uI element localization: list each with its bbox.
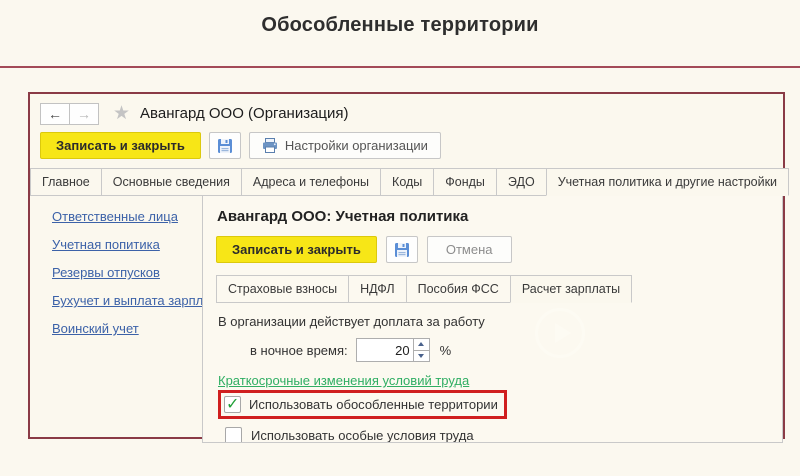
window-toolbar: Записать и закрыть Настройки организации bbox=[40, 132, 783, 159]
short-term-changes-link[interactable]: Краткосрочные изменения условий труда bbox=[218, 373, 469, 388]
tab-uchetnaya-politika[interactable]: Учетная политика и другие настройки bbox=[546, 168, 789, 196]
forward-button[interactable]: → bbox=[69, 103, 99, 125]
tab-adresa-i-telefony[interactable]: Адреса и телефоны bbox=[241, 168, 381, 196]
org-settings-button[interactable]: Настройки организации bbox=[249, 132, 441, 159]
policy-tabs: Страховые взносы НДФЛ Пособия ФСС Расчет… bbox=[216, 275, 636, 303]
sidebar-item-uchetnaya-politika[interactable]: Учетная попитика bbox=[52, 235, 200, 254]
percent-sign: % bbox=[440, 343, 452, 358]
sidebar: Ответственные лица Учетная попитика Резе… bbox=[30, 196, 200, 338]
forward-arrow-icon: → bbox=[77, 106, 91, 122]
night-time-label: в ночное время: bbox=[250, 343, 348, 358]
printer-icon bbox=[262, 138, 278, 153]
organization-tabs: Главное Основные сведения Адреса и телеф… bbox=[30, 168, 783, 196]
cancel-button[interactable]: Отмена bbox=[427, 236, 512, 263]
night-time-row: в ночное время: % bbox=[250, 338, 768, 362]
sidebar-item-voinskij-uchet[interactable]: Воинский учет bbox=[52, 319, 200, 338]
night-percent-input[interactable] bbox=[357, 339, 413, 361]
panel-save-button[interactable] bbox=[386, 236, 418, 263]
triangle-down-icon bbox=[418, 354, 424, 358]
tab-kody[interactable]: Коды bbox=[380, 168, 434, 196]
spinner-down-button[interactable] bbox=[414, 351, 429, 362]
tab-edo[interactable]: ЭДО bbox=[496, 168, 547, 196]
floppy-disk-icon bbox=[394, 242, 410, 258]
triangle-up-icon bbox=[418, 342, 424, 346]
sidebar-item-otvetstvennye-lica[interactable]: Ответственные лица bbox=[52, 207, 200, 226]
floppy-disk-icon bbox=[217, 138, 233, 154]
sidebar-item-rezervy-otpuskov[interactable]: Резервы отпусков bbox=[52, 263, 200, 282]
accounting-policy-panel: Авангард ООО: Учетная политика Записать … bbox=[202, 195, 783, 443]
organization-window: ← → ★ Авангард ООО (Организация) Записат… bbox=[28, 92, 785, 439]
panel-save-and-close-button[interactable]: Записать и закрыть bbox=[216, 236, 377, 263]
panel-title: Авангард ООО: Учетная политика bbox=[217, 208, 770, 225]
night-percent-spinbox bbox=[356, 338, 430, 362]
special-conditions-row: Использовать особые условия труда bbox=[225, 427, 768, 443]
page-divider bbox=[0, 66, 800, 68]
special-conditions-checkbox[interactable] bbox=[225, 427, 242, 443]
tab-ndfl[interactable]: НДФЛ bbox=[348, 275, 407, 303]
nav-buttons: ← → bbox=[40, 103, 99, 125]
special-conditions-label: Использовать особые условия труда bbox=[251, 428, 474, 443]
favorite-star-icon[interactable]: ★ bbox=[113, 102, 130, 125]
save-and-close-button[interactable]: Записать и закрыть bbox=[40, 132, 201, 159]
page-title: Обособленные территории bbox=[0, 0, 800, 37]
spinner-buttons bbox=[413, 339, 429, 361]
separate-territories-checkbox[interactable] bbox=[224, 396, 241, 413]
tab-strahovye-vznosy[interactable]: Страховые взносы bbox=[216, 275, 349, 303]
panel-toolbar: Записать и закрыть Отмена bbox=[216, 236, 770, 263]
tab-fondy[interactable]: Фонды bbox=[433, 168, 497, 196]
window-header: ← → ★ Авангард ООО (Организация) bbox=[40, 102, 783, 125]
save-button[interactable] bbox=[209, 132, 241, 159]
back-arrow-icon: ← bbox=[48, 106, 62, 122]
org-settings-label: Настройки организации bbox=[285, 138, 428, 153]
tab-posobiya-fss[interactable]: Пособия ФСС bbox=[406, 275, 511, 303]
separate-territories-row: Использовать обособленные территории bbox=[218, 390, 507, 419]
tab-raschet-zarplaty[interactable]: Расчет зарплаты bbox=[510, 275, 632, 303]
spinner-up-button[interactable] bbox=[414, 339, 429, 351]
window-body: Ответственные лица Учетная попитика Резе… bbox=[30, 196, 783, 443]
night-supplement-text: В организации действует доплата за работ… bbox=[218, 314, 768, 329]
sidebar-item-buhuchet-i-vyplata[interactable]: Бухучет и выплата зарпла bbox=[52, 291, 200, 310]
tab-glavnoe[interactable]: Главное bbox=[30, 168, 102, 196]
separate-territories-label: Использовать обособленные территории bbox=[249, 397, 498, 412]
back-button[interactable]: ← bbox=[40, 103, 70, 125]
salary-settings-content: В организации действует доплата за работ… bbox=[216, 303, 770, 443]
window-title: Авангард ООО (Организация) bbox=[140, 105, 348, 122]
tab-osnovnye-svedeniya[interactable]: Основные сведения bbox=[101, 168, 242, 196]
